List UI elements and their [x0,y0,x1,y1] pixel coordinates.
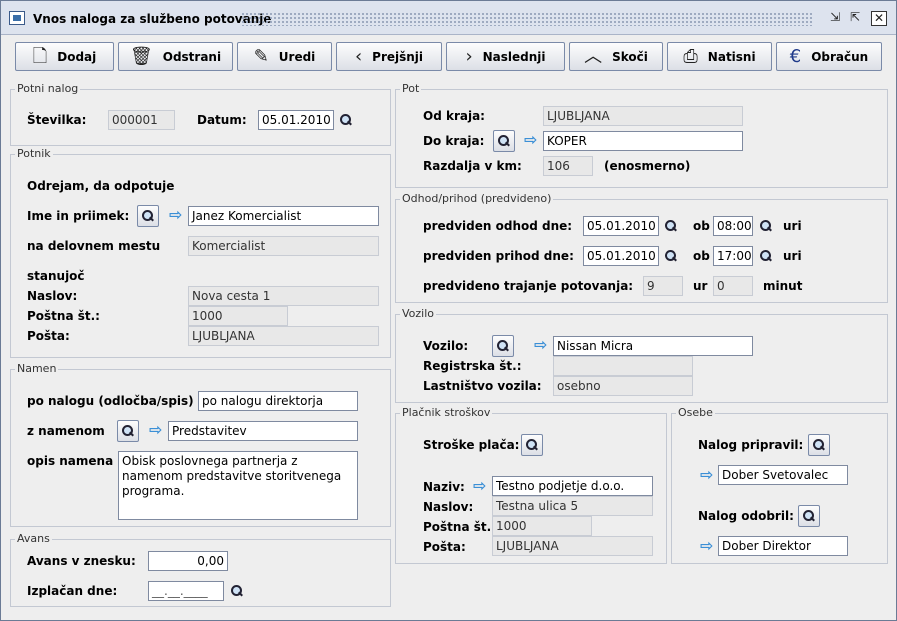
advance-amount-field[interactable]: 0,00 [148,551,228,571]
group-avans: Avans Avans v znesku: 0,00 Izplačan dne:… [10,532,391,607]
group-potni-nalog: Potni nalog Številka: 000001 Datum: 05.0… [10,82,391,146]
search-icon[interactable] [664,219,678,233]
from-field: LJUBLJANA [543,106,743,126]
printer-icon: ⎙ [683,45,698,67]
app-icon [9,11,25,25]
purpose-field[interactable]: Predstavitev [168,421,358,441]
prepared-by-field[interactable]: Dober Svetovalec [718,465,848,485]
chevron-right-icon: › [465,45,473,67]
search-approved-by-button[interactable] [798,505,820,527]
arrow-right-icon: ⇨ [700,536,714,555]
duration-minutes-field: 0 [713,276,753,296]
ownership-field: osebno [553,376,693,396]
group-namen: Namen po nalogu (odločba/spis) po nalogu… [10,362,391,527]
order-field[interactable]: po nalogu direktorja [198,391,358,411]
print-button[interactable]: ⎙ Natisni [667,42,772,71]
group-vozilo: Vozilo Vozilo: ⇨ Nissan Micra Registrska… [395,307,888,403]
departure-time-field[interactable]: 08:00 [713,216,753,236]
vehicle-field[interactable]: Nissan Micra [553,336,753,356]
previous-button[interactable]: ‹ Prejšnji [336,42,442,71]
search-icon [141,209,155,223]
search-icon [496,339,510,353]
position-field: Komercialist [188,236,379,256]
settlement-button[interactable]: € Obračun [776,42,882,71]
departure-date-field[interactable]: 05.01.2010 [583,216,659,236]
search-icon[interactable] [759,219,773,233]
window-title: Vnos naloga za službeno potovanje [33,12,272,26]
arrow-right-icon: ⇨ [534,335,548,354]
payer-postal-code-field: 1000 [492,516,592,536]
search-icon [121,424,135,438]
paid-date-field[interactable]: __.__.____ [148,581,224,601]
search-icon [525,438,539,452]
search-icon[interactable] [230,584,244,598]
search-icon[interactable] [759,249,773,263]
title-grip[interactable] [241,12,813,26]
search-icon [812,438,826,452]
trash-icon: 🗑 [129,45,153,67]
arrow-right-icon: ⇨ [524,130,538,149]
date-field[interactable]: 05.01.2010 [258,110,334,130]
address-field: Nova cesta 1 [188,286,379,306]
delete-button[interactable]: 🗑 Odstrani [118,42,233,71]
add-button[interactable]: 🗋 Dodaj [15,42,114,71]
arrow-right-icon: ⇨ [473,476,487,495]
edit-button[interactable]: ✎ Uredi [237,42,332,71]
search-purpose-button[interactable] [117,420,139,442]
search-vehicle-button[interactable] [492,335,514,357]
group-odhod-prihod: Odhod/prihod (predvideno) predviden odho… [395,192,888,303]
arrival-date-field[interactable]: 05.01.2010 [583,246,659,266]
approved-by-field[interactable]: Dober Direktor [718,536,848,556]
number-field: 000001 [108,110,175,130]
search-icon [497,134,511,148]
chevron-up-icon: ︿ [584,45,603,67]
search-icon[interactable] [664,249,678,263]
search-traveler-button[interactable] [137,205,159,227]
search-payer-button[interactable] [521,434,543,456]
search-destination-button[interactable] [493,130,515,152]
arrow-right-icon: ⇨ [169,205,183,224]
arrival-time-field[interactable]: 17:00 [713,246,753,266]
euro-icon: € [789,45,802,67]
group-pot: Pot Od kraja: LJUBLJANA Do kraja: ⇨ KOPE… [395,82,888,188]
pencil-icon: ✎ [253,45,269,67]
group-osebe: Osebe Nalog pripravil: ⇨ Dober Svetovale… [671,406,888,564]
new-document-icon: 🗋 [32,45,48,67]
group-placnik: Plačnik stroškov Stroške plača: Naziv: ⇨… [395,406,667,564]
payer-post-field: LJUBLJANA [492,536,653,556]
search-icon [802,509,816,523]
traveler-name-field[interactable]: Janez Komercialist [188,206,379,226]
duration-hours-field: 9 [643,276,683,296]
close-icon[interactable]: ✕ [871,11,887,26]
group-potnik: Potnik Odrejam, da odpotuje Ime in priim… [10,147,391,358]
minimize-icon[interactable]: ⇲ [827,11,843,26]
post-field: LJUBLJANA [188,326,379,346]
search-icon[interactable] [339,113,353,127]
payer-address-field: Testna ulica 5 [492,496,653,516]
purpose-description-textarea[interactable]: Obisk poslovnega partnerja z namenom pre… [118,451,358,520]
next-button[interactable]: › Naslednji [446,42,565,71]
postal-code-field: 1000 [188,306,288,326]
title-bar: Vnos naloga za službeno potovanje ⇲ ⇱ ✕ [1,1,896,35]
arrow-right-icon: ⇨ [149,420,163,439]
registration-field [553,356,693,376]
maximize-icon[interactable]: ⇱ [847,11,863,26]
jump-button[interactable]: ︿ Skoči [569,42,663,71]
arrow-right-icon: ⇨ [700,465,714,484]
payer-name-field[interactable]: Testno podjetje d.o.o. [492,476,653,496]
main-window: Vnos naloga za službeno potovanje ⇲ ⇱ ✕ … [0,0,897,621]
to-field[interactable]: KOPER [543,131,743,151]
chevron-left-icon: ‹ [354,45,363,67]
search-prepared-by-button[interactable] [808,434,830,456]
distance-field: 106 [543,156,593,176]
